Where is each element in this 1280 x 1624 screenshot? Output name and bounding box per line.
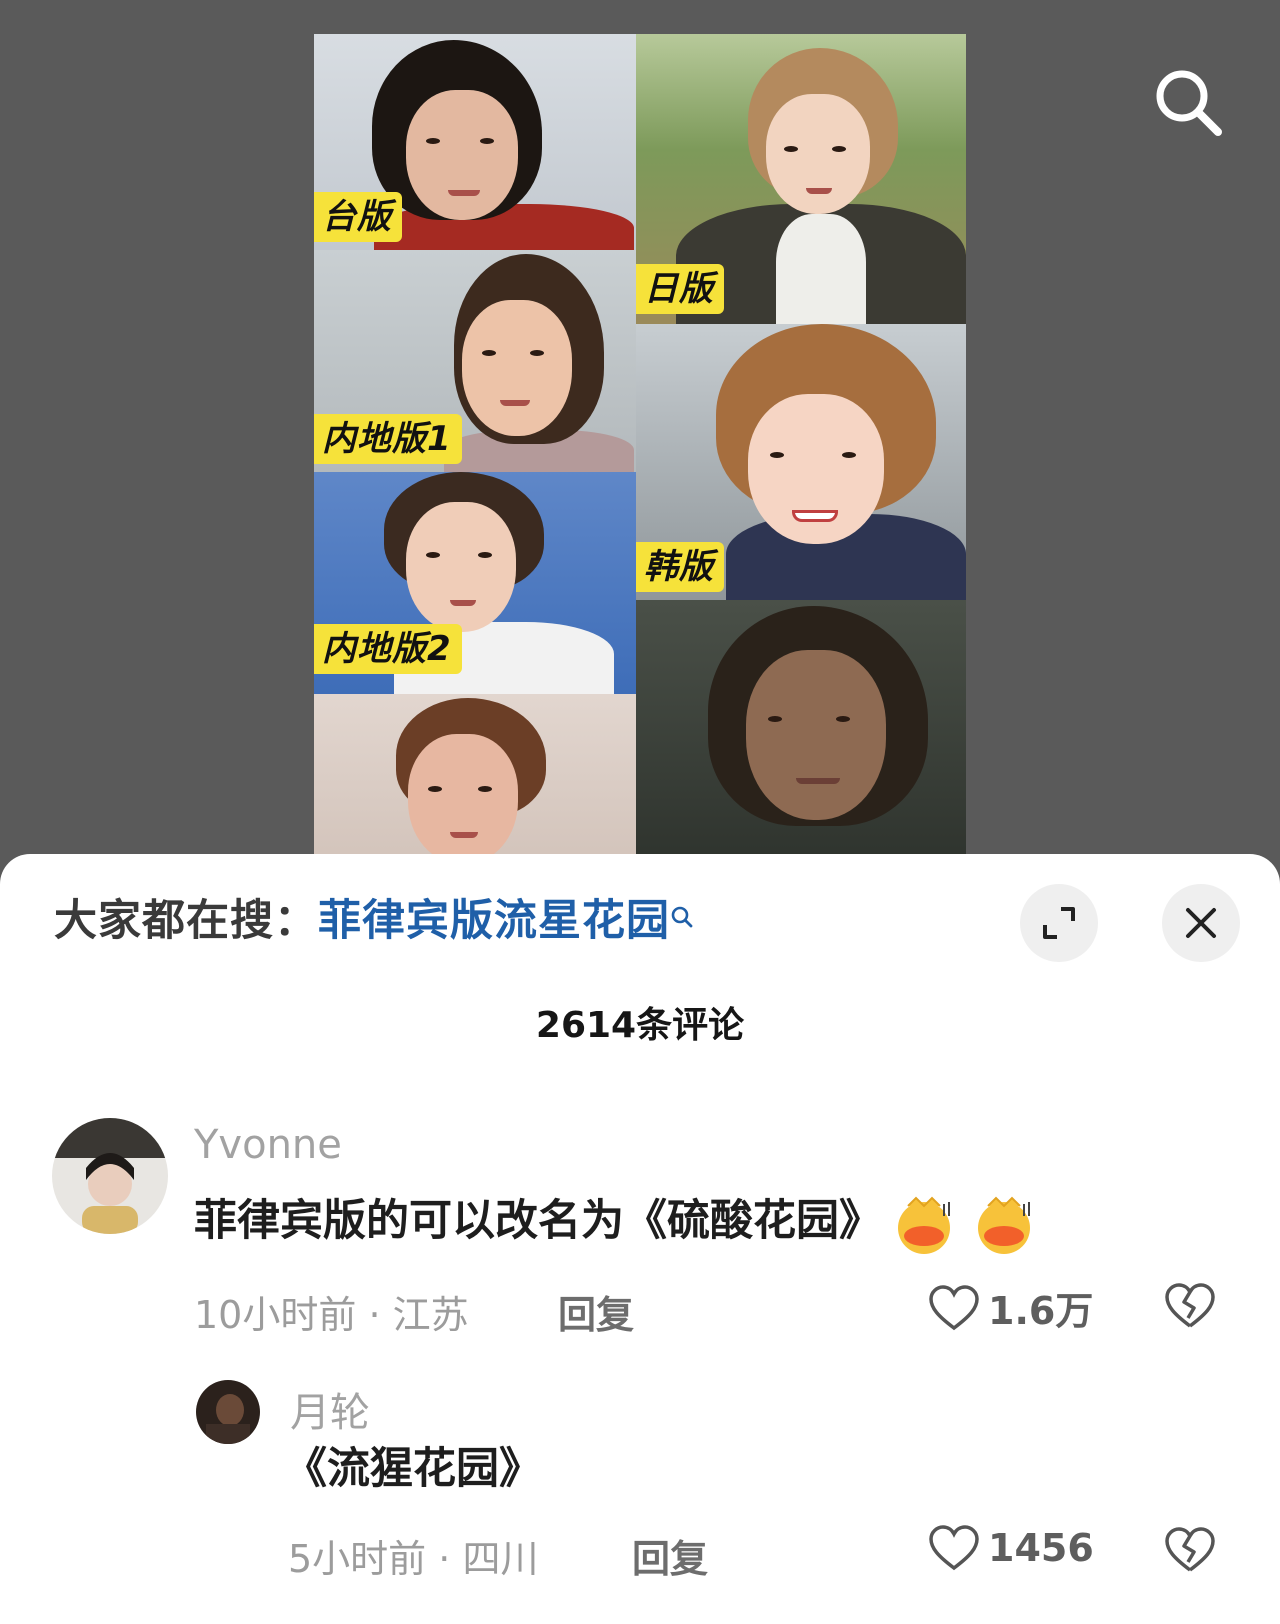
label-mainland-1: 内地版1 bbox=[314, 414, 462, 464]
video-player[interactable]: 台版 内地版1 内地版2 日版 韩版 bbox=[0, 0, 1280, 880]
video-collage: 台版 内地版1 内地版2 日版 韩版 bbox=[314, 34, 966, 860]
like-button[interactable]: 1.6万 bbox=[928, 1280, 1093, 1335]
comment-meta: 5小时前 · 四川 bbox=[288, 1537, 539, 1581]
dislike-button[interactable] bbox=[1164, 1282, 1216, 1334]
comment-time: 5小时前 bbox=[288, 1537, 427, 1581]
heart-icon bbox=[929, 1525, 979, 1571]
comment-count: 2614条评论 bbox=[535, 1005, 745, 1046]
portrait-korea: 韩版 bbox=[636, 324, 966, 600]
reply-button[interactable]: 回复 bbox=[632, 1528, 708, 1583]
broken-heart-icon bbox=[1165, 1527, 1215, 1572]
comment-username[interactable]: 月轮 bbox=[290, 1380, 370, 1438]
expand-icon bbox=[1043, 907, 1075, 939]
portrait-taiwan: 台版 bbox=[314, 34, 636, 250]
comment-location: 四川 bbox=[462, 1537, 539, 1581]
label-korea: 韩版 bbox=[636, 542, 724, 592]
portrait-mainland-2: 内地版2 bbox=[314, 472, 636, 694]
close-icon bbox=[1186, 908, 1216, 938]
label-taiwan: 台版 bbox=[314, 192, 402, 242]
comment-panel: 大家都在搜：菲律宾版流星花园 2614条评论 Yvonne 菲律宾版的可以改名为… bbox=[0, 854, 1280, 1624]
magnifier-small-icon bbox=[670, 890, 694, 928]
heart-icon bbox=[929, 1284, 979, 1330]
label-japan: 日版 bbox=[636, 264, 724, 314]
avatar[interactable] bbox=[196, 1380, 260, 1444]
hot-search-prefix: 大家都在搜： bbox=[54, 896, 318, 946]
like-button[interactable]: 1456 bbox=[928, 1524, 1094, 1572]
comment-location: 江苏 bbox=[392, 1293, 469, 1337]
broken-heart-icon bbox=[1165, 1283, 1215, 1328]
comment-time: 10小时前 bbox=[194, 1293, 357, 1337]
portrait-philippines bbox=[636, 600, 966, 860]
emoji-duck-icon bbox=[886, 1192, 962, 1256]
dislike-button[interactable] bbox=[1164, 1526, 1216, 1578]
avatar[interactable] bbox=[52, 1118, 168, 1234]
comment-meta: 10小时前 · 江苏 bbox=[194, 1293, 469, 1337]
like-count: 1456 bbox=[988, 1526, 1094, 1570]
comment-text: 《流猩花园》 bbox=[284, 1444, 542, 1494]
portrait-mainland-1: 内地版1 bbox=[314, 250, 636, 472]
comment-text: 菲律宾版的可以改名为《硫酸花园》 bbox=[194, 1186, 1042, 1256]
label-mainland-2: 内地版2 bbox=[314, 624, 462, 674]
like-count: 1.6万 bbox=[988, 1289, 1094, 1333]
hot-search-link[interactable]: 菲律宾版流星花园 bbox=[318, 896, 670, 946]
search-icon[interactable] bbox=[1152, 66, 1226, 140]
comment-username[interactable]: Yvonne bbox=[194, 1122, 342, 1168]
emoji-duck-icon bbox=[966, 1192, 1042, 1256]
reply-button[interactable]: 回复 bbox=[558, 1284, 634, 1339]
close-button[interactable] bbox=[1162, 884, 1240, 962]
portrait-japan: 日版 bbox=[636, 34, 966, 324]
hot-search-bar[interactable]: 大家都在搜：菲律宾版流星花园 bbox=[54, 886, 694, 948]
expand-button[interactable] bbox=[1020, 884, 1098, 962]
portrait-bottom-left bbox=[314, 694, 636, 860]
